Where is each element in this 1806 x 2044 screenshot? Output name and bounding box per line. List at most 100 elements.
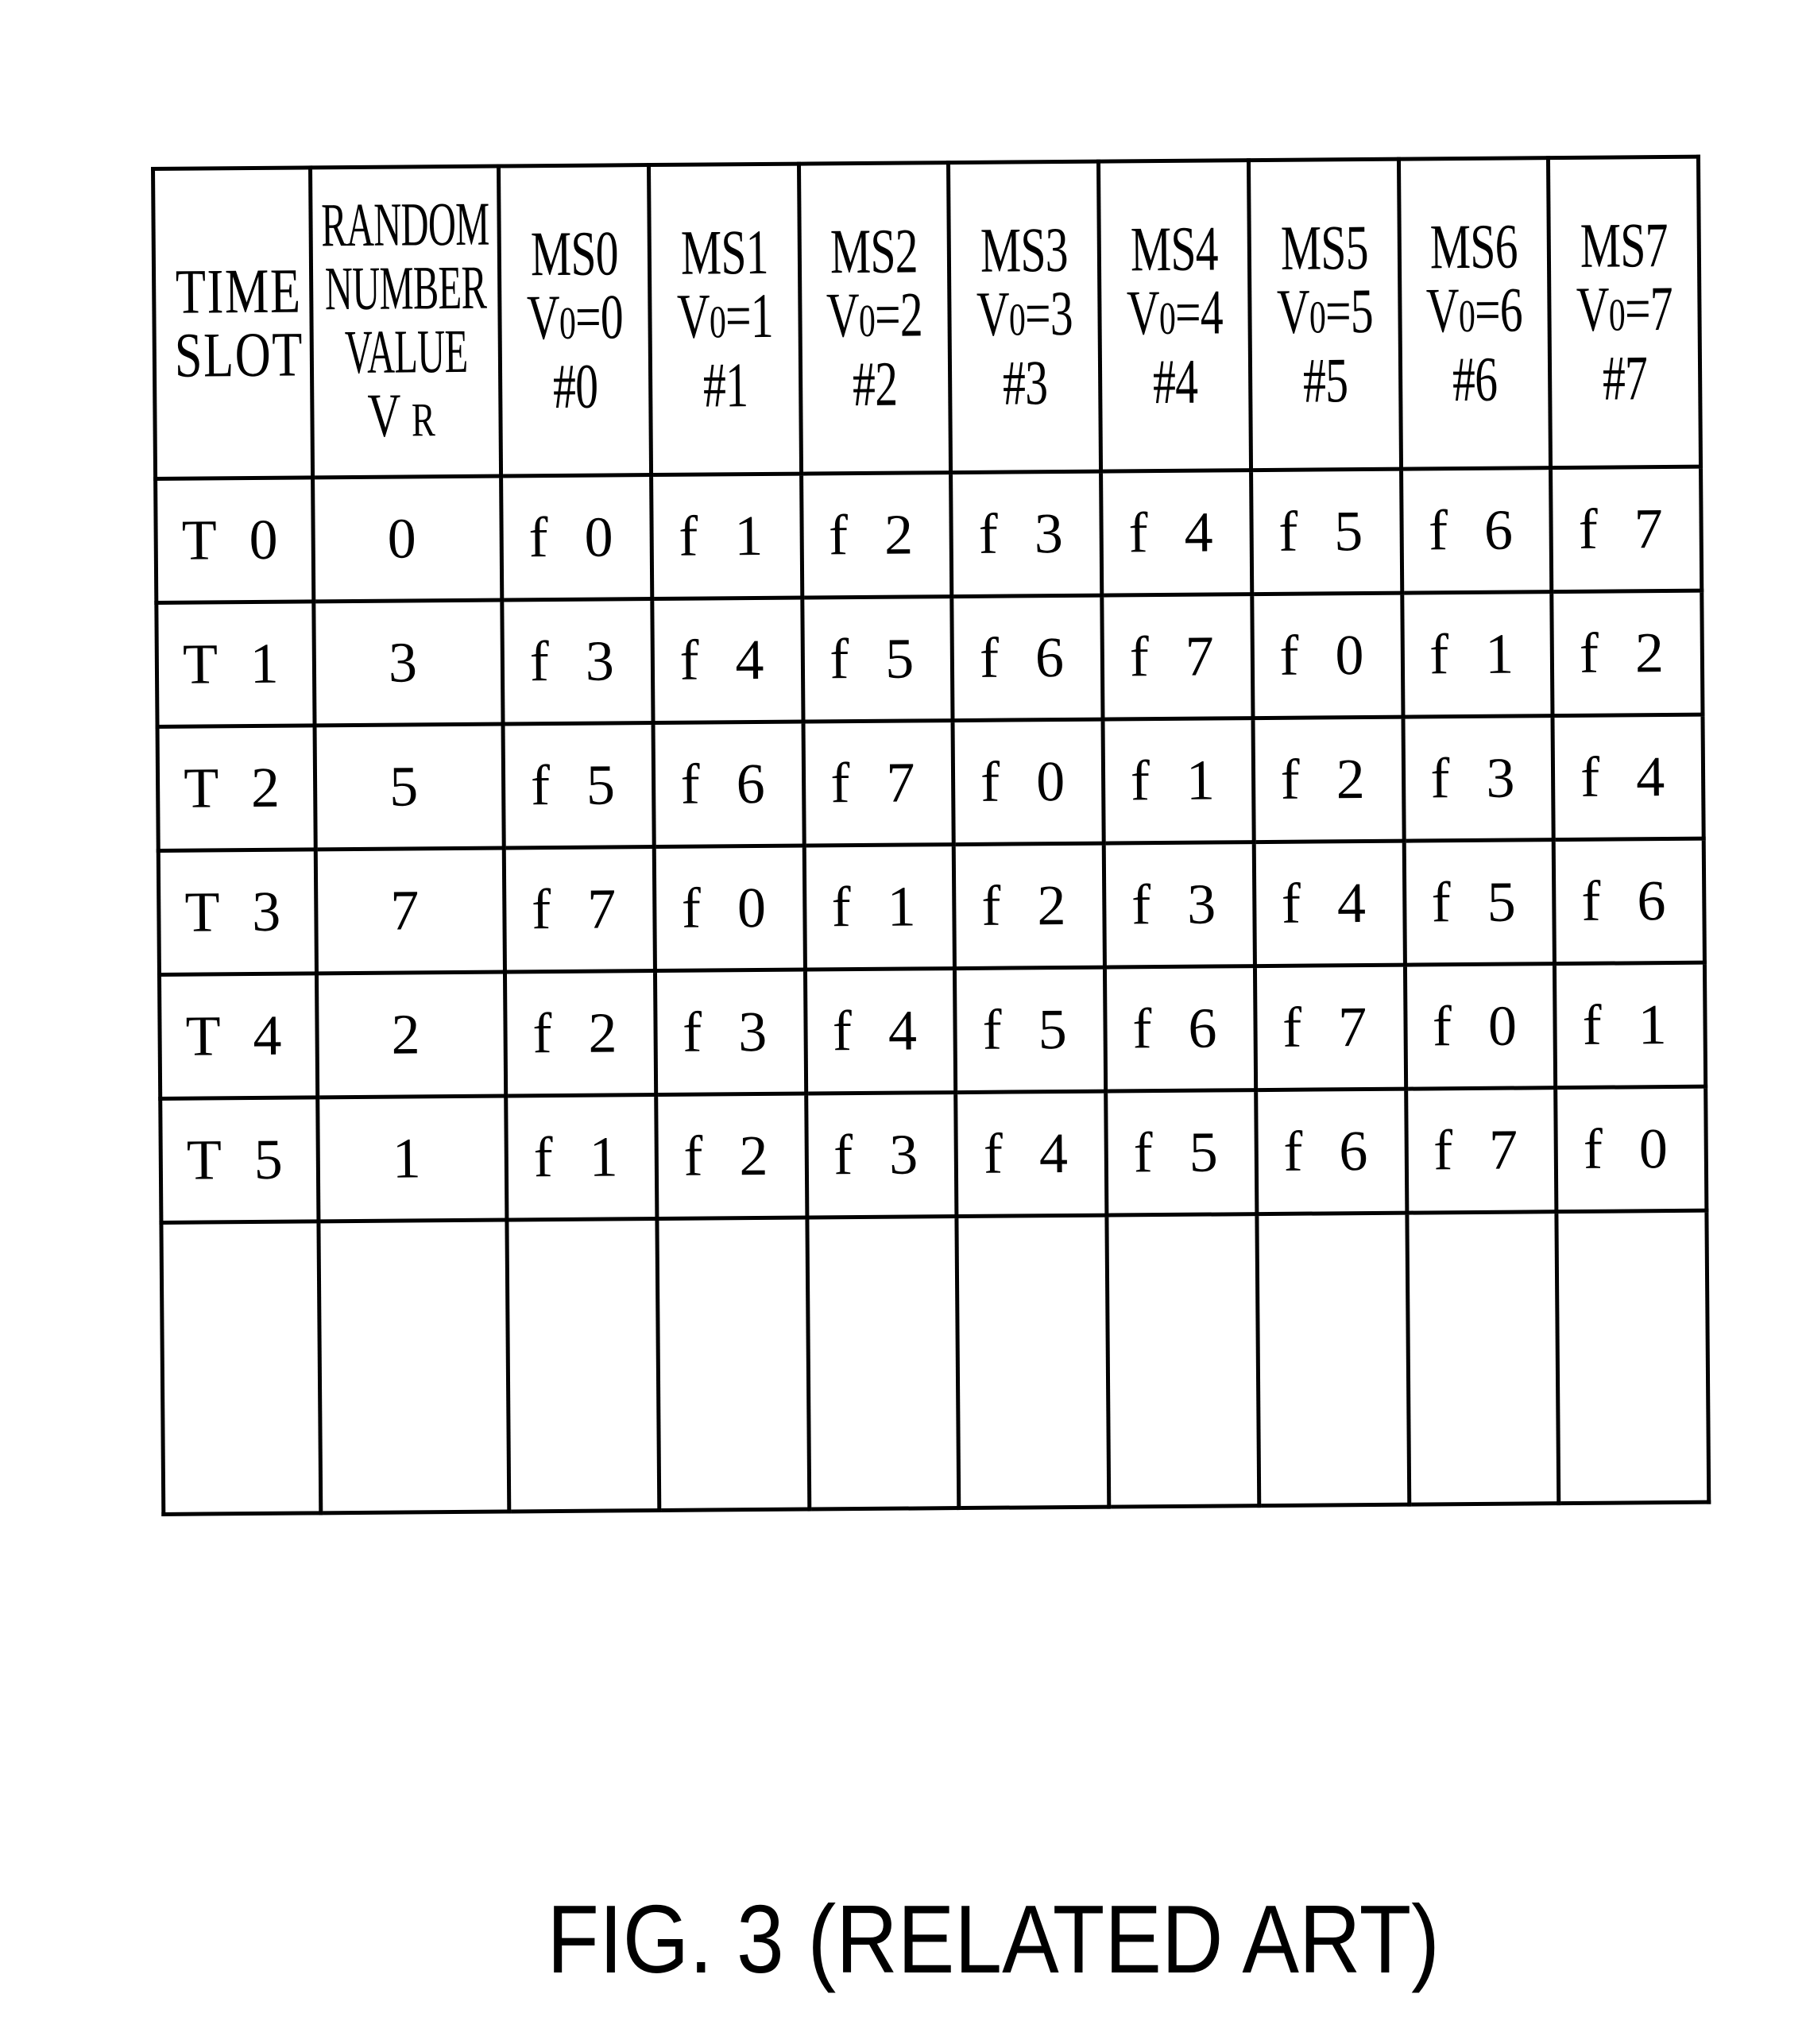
frequency-cell: f 4	[955, 1091, 1107, 1217]
frequency-cell: f 2	[953, 843, 1105, 969]
station-offset: V0=7	[1576, 273, 1673, 345]
table-row: T 51f 1f 2f 3f 4f 5f 6f 7f 0	[160, 1086, 1707, 1223]
time-slot-cell: T 5	[160, 1097, 319, 1223]
random-value-cell: 3	[313, 600, 504, 726]
time-slot-cell: T 3	[158, 850, 317, 975]
frequency-cell: f 6	[652, 722, 804, 847]
random-value-cell: 5	[315, 724, 505, 850]
frequency-cell: f 5	[802, 596, 953, 722]
time-slot-cell: T 4	[159, 974, 318, 1099]
figure-caption: FIG. 3 (RELATED ART)	[547, 1885, 1440, 1993]
frequency-cell: f 3	[1104, 842, 1255, 968]
frequency-cell: f 7	[1101, 594, 1253, 720]
frequency-cell: f 3	[950, 471, 1102, 597]
time-slot-cell: T 1	[156, 601, 315, 727]
station-name: MS6	[1429, 211, 1518, 283]
patent-figure: TIME SLOT RANDOM NUMBER VALUE VR MS0 V0=0…	[0, 0, 1806, 2044]
empty-cell	[1256, 1213, 1410, 1506]
frequency-cell: f 2	[655, 1094, 807, 1219]
header-random-line: VALUE	[344, 316, 468, 386]
header-station-5: MS5 V0=5 #5	[1248, 159, 1402, 470]
header-time-slot-line: SLOT	[174, 319, 304, 391]
header-time-slot: TIME SLOT	[153, 167, 313, 479]
random-value-cell: 1	[317, 1096, 507, 1222]
station-name: MS1	[680, 217, 768, 288]
frequency-cell: f 2	[505, 970, 656, 1097]
station-name: MS7	[1580, 211, 1669, 281]
frequency-cell: f 7	[1255, 965, 1406, 1090]
frequency-cell: f 7	[504, 846, 655, 973]
header-station-6: MS6 V0=6 #6	[1398, 157, 1551, 470]
frequency-cell: f 1	[1402, 591, 1553, 718]
header-station-0: MS0 V0=0 #0	[498, 165, 652, 477]
header-station-7: MS7 V0=7 #7	[1548, 157, 1701, 468]
frequency-cell: f 0	[953, 719, 1104, 845]
header-random-number: RANDOM NUMBER VALUE VR	[310, 166, 501, 478]
header-station-4: MS4 V0=4 #4	[1098, 160, 1251, 472]
empty-cell	[1106, 1214, 1259, 1508]
random-value-cell: 2	[316, 972, 506, 1098]
station-offset: V0=2	[826, 280, 923, 351]
frequency-cell: f 7	[802, 720, 954, 846]
header-time-slot-line: TIME	[175, 256, 302, 327]
random-value-cell: 0	[312, 476, 502, 602]
empty-cell	[1406, 1212, 1560, 1505]
frequency-cell: f 5	[503, 722, 654, 849]
empty-cell	[1557, 1210, 1709, 1504]
frequency-cell: f 0	[501, 474, 652, 601]
table-row: T 42f 2f 3f 4f 5f 6f 7f 0f 1	[159, 962, 1706, 1099]
empty-cell	[318, 1220, 509, 1513]
station-index: #7	[1602, 343, 1648, 414]
frequency-cell: f 0	[1251, 593, 1403, 718]
header-station-1: MS1 V0=1 #1	[648, 164, 802, 475]
random-value-cell: 7	[315, 848, 505, 974]
frequency-cell: f 4	[1253, 841, 1405, 966]
frequency-cell: f 7	[1550, 466, 1702, 592]
station-offset: V0=1	[676, 281, 773, 352]
station-index: #1	[702, 350, 748, 421]
station-name: MS5	[1280, 212, 1368, 284]
frequency-cell: f 1	[1554, 962, 1706, 1088]
header-station-2: MS2 V0=2 #2	[798, 162, 951, 474]
frequency-cell: f 3	[1402, 715, 1554, 842]
frequency-cell: f 5	[954, 967, 1106, 1093]
station-index: #3	[1002, 348, 1048, 419]
empty-cell	[506, 1218, 659, 1512]
empty-cell	[160, 1221, 321, 1515]
station-name: MS4	[1130, 214, 1219, 285]
header-random-line: RANDOM	[320, 188, 489, 259]
station-index: #4	[1152, 346, 1198, 418]
empty-cell	[806, 1216, 960, 1510]
station-index: #6	[1452, 344, 1498, 416]
table-row: T 00f 0f 1f 2f 3f 4f 5f 6f 7	[155, 466, 1702, 603]
frequency-cell: f 2	[1252, 717, 1404, 842]
frequency-cell: f 3	[501, 598, 653, 725]
header-random-line: NUMBER	[324, 252, 487, 323]
header-station-3: MS3 V0=3 #3	[948, 161, 1101, 473]
empty-table-row	[160, 1210, 1709, 1515]
table-row: T 37f 7f 0f 1f 2f 3f 4f 5f 6	[158, 838, 1705, 975]
frequency-cell: f 0	[1404, 963, 1556, 1090]
frequency-cell: f 6	[1104, 966, 1256, 1092]
table-row: T 25f 5f 6f 7f 0f 1f 2f 3f 4	[157, 714, 1704, 851]
frequency-cell: f 1	[651, 474, 802, 599]
frequency-cell: f 6	[1255, 1089, 1407, 1214]
empty-cell	[656, 1217, 810, 1511]
frequency-cell: f 6	[1401, 467, 1553, 594]
frequency-cell: f 2	[801, 472, 953, 598]
station-name: MS2	[830, 216, 918, 288]
frequency-cell: f 2	[1552, 590, 1703, 716]
frequency-cell: f 5	[1251, 469, 1402, 594]
station-index: #0	[552, 351, 598, 423]
frequency-cell: f 4	[804, 968, 956, 1094]
frequency-cell: f 5	[1403, 839, 1555, 966]
frequency-cell: f 1	[1102, 718, 1254, 844]
frequency-cell: f 1	[505, 1094, 657, 1221]
station-offset: V0=3	[976, 278, 1073, 350]
time-slot-cell: T 2	[157, 726, 316, 851]
table-row: T 13f 3f 4f 5f 6f 7f 0f 1f 2	[156, 590, 1703, 727]
frequency-cell: f 3	[655, 970, 806, 1095]
station-offset: V0=6	[1426, 275, 1523, 346]
empty-cell	[957, 1215, 1109, 1508]
frequency-cell: f 0	[1555, 1086, 1707, 1213]
